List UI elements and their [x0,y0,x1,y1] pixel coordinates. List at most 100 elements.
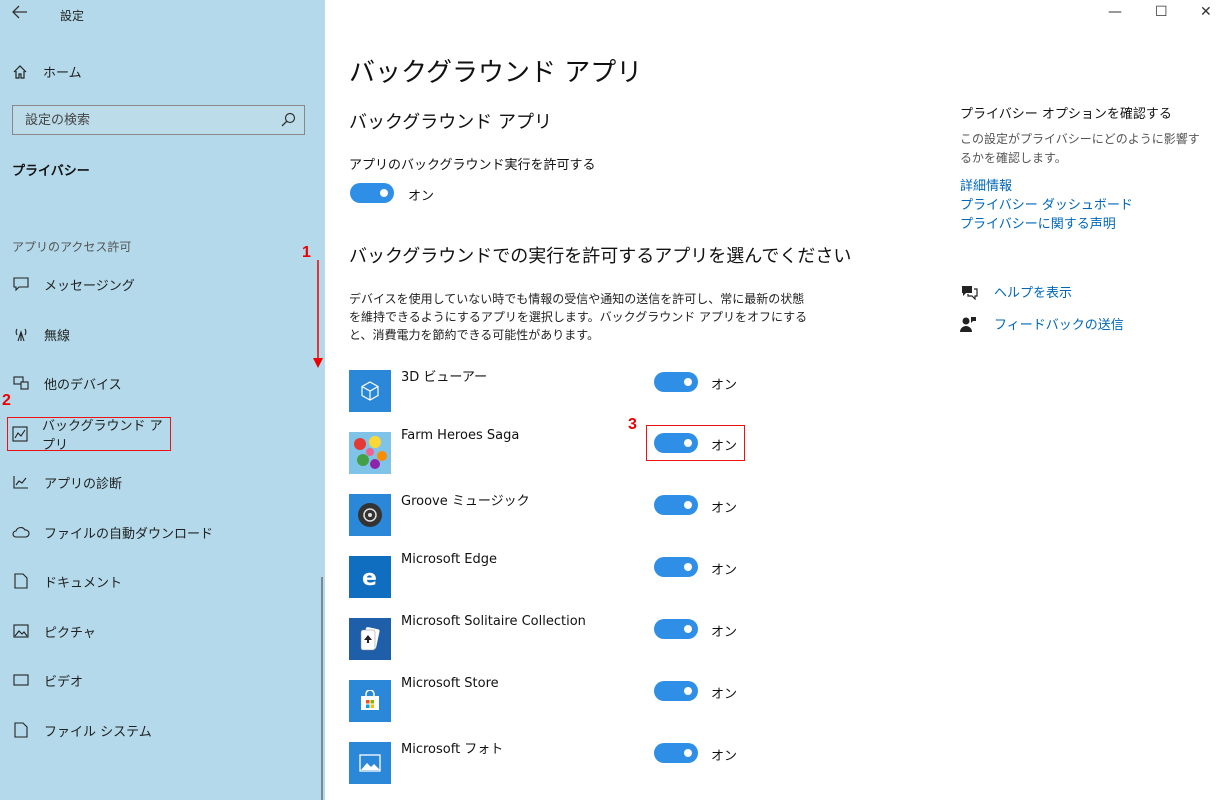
app-row: Microsoft Solitaire Collection [349,614,769,660]
privacy-statement-link[interactable]: プライバシーに関する声明 [960,213,1116,232]
app-toggle-state: オン [711,625,738,640]
app-toggle-state: オン [711,563,738,578]
toggle-knob [684,501,692,509]
search-icon[interactable] [280,112,296,128]
app-toggle-store[interactable] [654,681,698,701]
search-box[interactable] [12,105,305,135]
sidebar-item-videos[interactable]: ビデオ [12,666,83,694]
group-label: アプリのアクセス許可 [12,240,132,254]
toggle-knob [684,378,692,386]
sidebar-item-background-apps[interactable]: バックグラウンド アプリ [7,417,171,453]
app-toggle-state: オン [711,378,738,393]
sidebar-item-app-diagnostics[interactable]: アプリの診断 [12,468,122,496]
edge-icon: e [349,556,391,598]
app-toggle-state: オン [711,687,738,702]
back-arrow-icon[interactable] [12,5,28,23]
sidebar-item-radio[interactable]: 無線 [12,320,70,348]
app-toggle-farm-heroes[interactable] [654,433,698,453]
sidebar-item-label: ファイル システム [44,724,152,740]
app-name: Farm Heroes Saga [401,428,520,443]
cloud-icon [12,523,30,541]
sidebar-item-label: 無線 [44,328,71,344]
solitaire-icon [349,618,391,660]
sidebar-item-other-devices[interactable]: 他のデバイス [12,369,122,397]
section-title: バックグラウンド アプリ [349,112,553,133]
allow-background-label: アプリのバックグラウンド実行を許可する [349,158,596,173]
sidebar-item-label: バックグラウンド アプリ [42,419,163,453]
choose-apps-heading: バックグラウンドでの実行を許可するアプリを選んでください [349,246,852,267]
toggle-knob [684,687,692,695]
svg-text:e: e [362,566,377,588]
maximize-button[interactable]: ☐ [1155,4,1168,20]
groove-music-icon [349,494,391,536]
sidebar-item-messaging[interactable]: メッセージング [12,270,135,298]
toggle-knob [684,439,692,447]
sidebar-item-file-system[interactable]: ファイル システム [12,716,152,744]
sidebar-item-pictures[interactable]: ピクチャ [12,617,96,645]
home-icon [13,64,27,79]
toggle-knob [684,749,692,757]
privacy-dashboard-link[interactable]: プライバシー ダッシュボード [960,194,1133,213]
learn-more-link[interactable]: 詳細情報 [960,175,1012,194]
sidebar-scrollbar[interactable] [321,577,323,800]
sidebar-item-label: メッセージング [44,278,135,294]
privacy-options-title: プライバシー オプションを確認する [960,107,1172,122]
sidebar-item-label: ピクチャ [44,625,96,641]
sidebar-item-label: ビデオ [44,674,84,690]
sidebar-item-label: 他のデバイス [44,377,122,393]
home-label: ホーム [43,66,82,81]
send-feedback-link[interactable]: フィードバックの送信 [960,314,1124,333]
app-row: Microsoft フォト [349,742,769,784]
app-name: 3D ビューアー [401,370,488,385]
privacy-options-description: この設定がプライバシーにどのように影響するかを確認します。 [960,132,1200,165]
get-help-label: ヘルプを表示 [994,286,1073,301]
store-icon [349,680,391,722]
app-toggle-3d-viewer[interactable] [654,372,698,392]
choose-apps-description: デバイスを使用していない時でも情報の受信や通知の送信を許可し、常に最新の状態を維… [349,292,808,342]
annotation-1: 1 [302,244,311,261]
app-toggle-edge[interactable] [654,557,698,577]
sidebar-item-auto-download[interactable]: ファイルの自動ダウンロード [12,518,213,546]
nav-home[interactable]: ホーム [12,62,82,81]
app-name: Microsoft Store [401,676,499,691]
minimize-button[interactable]: — [1108,4,1122,20]
app-toggle-state: オン [711,501,738,516]
video-icon [12,671,30,689]
section-heading: プライバシー [12,164,90,179]
allow-background-state: オン [408,189,435,204]
sidebar-item-label: アプリの診断 [44,476,123,492]
app-name: Groove ミュージック [401,494,530,509]
app-name: Microsoft Solitaire Collection [401,614,586,629]
get-help-link[interactable]: ヘルプを表示 [960,282,1072,301]
app-toggle-state: オン [711,439,738,454]
feedback-person-icon [960,316,978,332]
farm-heroes-icon [349,432,391,474]
app-toggle-groove[interactable] [654,495,698,515]
app-row: e Microsoft Edge [349,552,769,598]
app-name: Microsoft フォト [401,742,504,757]
sidebar-item-label: ファイルの自動ダウンロード [44,526,214,542]
help-chat-icon [960,284,978,300]
toggle-knob [684,625,692,633]
app-row: Groove ミュージック [349,494,769,536]
close-button[interactable]: ✕ [1200,4,1212,20]
app-toggle-state: オン [711,749,738,764]
allow-background-toggle[interactable] [350,183,394,203]
cube-icon [349,370,391,412]
devices-icon [12,374,30,392]
app-row: Microsoft Store [349,676,769,722]
app-name: Microsoft Edge [401,552,498,567]
app-toggle-photos[interactable] [654,743,698,763]
sidebar-item-label: ドキュメント [44,575,123,591]
sidebar-item-documents[interactable]: ドキュメント [12,567,122,595]
search-input[interactable] [13,106,275,134]
message-icon [12,275,30,293]
annotation-arrow [313,260,323,368]
diagnostics-icon [12,473,30,491]
photos-icon [349,742,391,784]
app-row: 3D ビューアー [349,370,769,412]
app-toggle-solitaire[interactable] [654,619,698,639]
window-title: 設定 [60,9,85,23]
picture-icon [12,622,30,640]
radio-antenna-icon [12,325,30,343]
